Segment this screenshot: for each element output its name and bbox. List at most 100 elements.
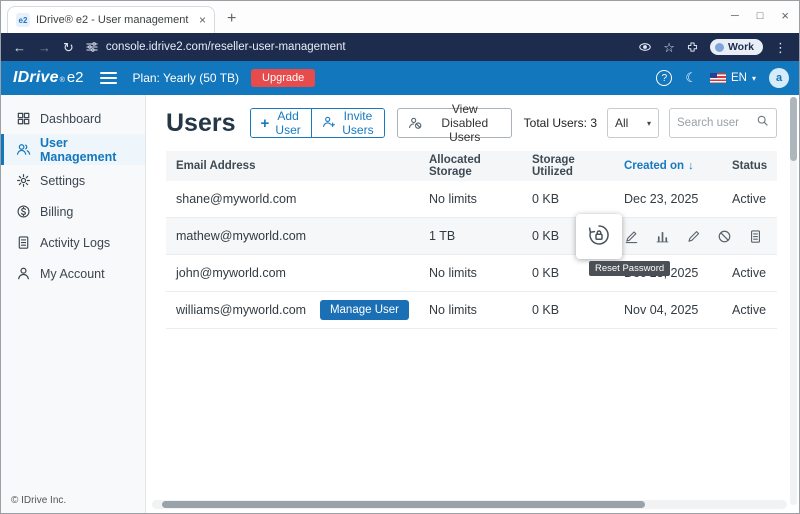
column-header-status: Status <box>722 160 777 172</box>
forward-icon[interactable]: → <box>38 41 51 54</box>
row-action-icons <box>624 218 763 254</box>
edit-user-icon[interactable] <box>624 229 639 244</box>
user-actions-button-group: + Add User Invite Users <box>250 108 385 138</box>
window-minimize-icon[interactable]: ─ <box>731 10 739 22</box>
sidebar-item-label: Dashboard <box>40 112 101 126</box>
edit-icon[interactable] <box>686 229 701 244</box>
add-user-button[interactable]: + Add User <box>251 109 311 137</box>
extensions-puzzle-icon[interactable] <box>686 41 699 54</box>
table-row[interactable]: mathew@myworld.com 1 TB 0 KB <box>166 218 777 255</box>
user-email: mathew@myworld.com <box>166 229 419 243</box>
created-on: Dec 23, 2025 <box>614 192 722 206</box>
status-badge: Active <box>722 192 777 206</box>
language-label: EN <box>731 72 747 84</box>
window-close-icon[interactable]: × <box>781 8 789 23</box>
window-maximize-icon[interactable]: □ <box>757 10 764 22</box>
sidebar-item-user-management[interactable]: User Management <box>1 134 145 165</box>
created-on: Nov 04, 2025 <box>614 303 722 317</box>
refresh-icon[interactable]: ↻ <box>63 41 74 54</box>
search-box <box>669 108 777 138</box>
dashboard-icon <box>15 111 31 127</box>
browser-window: e2 IDrive® e2 - User management × + ─ □ … <box>0 0 800 514</box>
sidebar-item-activity-logs[interactable]: Activity Logs <box>1 227 145 258</box>
language-selector[interactable]: EN ▾ <box>710 72 756 84</box>
allocated-storage: 1 TB <box>419 229 522 243</box>
sidebar-item-label: Activity Logs <box>40 236 110 250</box>
profile-avatar-dot <box>715 43 724 52</box>
vertical-scrollbar-thumb[interactable] <box>790 97 797 161</box>
table-row[interactable]: john@myworld.com No limits 0 KB Dec 23, … <box>166 255 777 292</box>
account-avatar[interactable]: a <box>769 68 789 88</box>
url-text: console.idrive2.com/reseller-user-manage… <box>106 41 346 53</box>
sidebar-item-label: Billing <box>40 205 73 219</box>
horizontal-scrollbar[interactable] <box>152 500 787 509</box>
plus-icon: + <box>261 115 270 132</box>
sidebar-item-billing[interactable]: Billing <box>1 196 145 227</box>
user-email: shane@myworld.com <box>166 192 419 206</box>
browser-menu-icon[interactable]: ⋮ <box>774 41 787 54</box>
person-icon <box>15 266 31 282</box>
users-table: Email Address Allocated Storage Storage … <box>166 151 777 329</box>
person-disabled-icon <box>408 116 422 130</box>
allocated-storage: No limits <box>419 266 522 280</box>
allocated-storage: No limits <box>419 303 522 317</box>
column-header-email: Email Address <box>166 160 419 172</box>
browser-address-bar: ← → ↻ console.idrive2.com/reseller-user-… <box>1 33 799 61</box>
column-header-allocated-storage: Allocated Storage <box>419 154 522 178</box>
tab-favicon: e2 <box>16 13 30 27</box>
back-icon[interactable]: ← <box>13 41 26 54</box>
hamburger-menu-icon[interactable] <box>100 72 117 84</box>
sidebar-item-dashboard[interactable]: Dashboard <box>1 103 145 134</box>
help-icon[interactable]: ? <box>656 70 672 86</box>
horizontal-scrollbar-thumb[interactable] <box>162 501 645 508</box>
table-header-row: Email Address Allocated Storage Storage … <box>166 151 777 181</box>
url-bar[interactable]: console.idrive2.com/reseller-user-manage… <box>86 41 626 54</box>
invite-users-button[interactable]: Invite Users <box>311 109 384 137</box>
chevron-down-icon: ▾ <box>752 74 756 83</box>
sidebar: Dashboard User Management Settings <box>1 95 146 513</box>
reset-password-popup[interactable] <box>576 214 622 259</box>
logs-icon[interactable] <box>748 229 763 244</box>
copyright-text: © IDrive Inc. <box>11 495 66 506</box>
new-tab-button[interactable]: + <box>227 10 236 28</box>
storage-utilized: 0 KB <box>522 192 614 206</box>
vertical-scrollbar[interactable] <box>790 97 797 505</box>
us-flag-icon <box>710 73 726 83</box>
user-email: williams@myworld.com <box>176 303 306 317</box>
tab-close-icon[interactable]: × <box>199 13 206 27</box>
view-disabled-users-button[interactable]: View Disabled Users <box>397 108 512 138</box>
password-manager-icon[interactable] <box>638 40 652 54</box>
dark-mode-moon-icon[interactable]: ☾ <box>685 70 697 86</box>
app-header: IDrive ® e2 Plan: Yearly (50 TB) Upgrade… <box>1 61 799 95</box>
search-icon[interactable] <box>756 114 769 132</box>
profile-label: Work <box>728 41 754 53</box>
chevron-down-icon: ▾ <box>647 119 651 128</box>
sidebar-item-label: User Management <box>40 136 134 164</box>
table-row[interactable]: williams@myworld.com Manage User No limi… <box>166 292 777 329</box>
disable-user-icon[interactable] <box>717 229 732 244</box>
total-users-count: Total Users: 3 <box>524 116 597 130</box>
column-header-created-on[interactable]: Created on ↓ <box>614 160 722 172</box>
page-title: Users <box>166 109 236 138</box>
gear-icon <box>15 173 31 189</box>
browser-tab[interactable]: e2 IDrive® e2 - User management × <box>7 6 215 33</box>
document-icon <box>15 235 31 251</box>
search-input[interactable] <box>677 117 751 129</box>
plan-label: Plan: Yearly (50 TB) <box>133 71 240 85</box>
reset-password-tooltip: Reset Password <box>589 261 670 276</box>
usage-stats-icon[interactable] <box>655 229 670 244</box>
user-filter-dropdown[interactable]: All ▾ <box>607 108 659 138</box>
main-content: Users + Add User Invite Users <box>146 95 799 513</box>
storage-utilized: 0 KB <box>522 303 614 317</box>
site-settings-icon[interactable] <box>86 41 99 54</box>
upgrade-button[interactable]: Upgrade <box>251 69 315 87</box>
users-icon <box>15 142 31 158</box>
allocated-storage: No limits <box>419 192 522 206</box>
sidebar-item-settings[interactable]: Settings <box>1 165 145 196</box>
browser-profile-chip[interactable]: Work <box>710 39 763 55</box>
sidebar-item-my-account[interactable]: My Account <box>1 258 145 289</box>
bookmark-star-icon[interactable]: ☆ <box>663 41 675 54</box>
table-row[interactable]: shane@myworld.com No limits 0 KB Dec 23,… <box>166 181 777 218</box>
lock-reset-icon <box>587 223 611 250</box>
manage-user-button[interactable]: Manage User <box>320 300 409 320</box>
